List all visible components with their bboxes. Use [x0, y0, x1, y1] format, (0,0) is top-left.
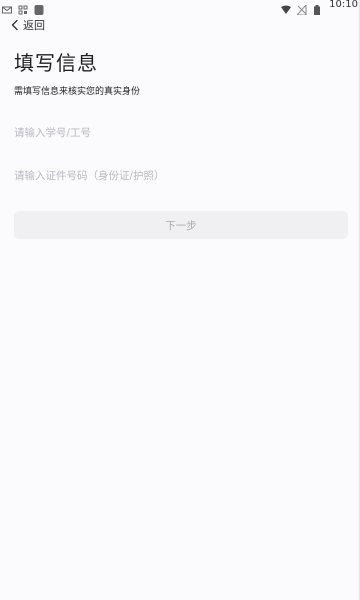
next-button[interactable]: 下一步: [14, 211, 348, 239]
wifi-icon: [281, 0, 292, 14]
chevron-left-icon: [10, 16, 20, 35]
next-button-label: 下一步: [165, 219, 197, 232]
app-icon: [34, 0, 44, 15]
status-left-icons: [2, 0, 44, 15]
mail-icon: [2, 0, 12, 14]
status-bar: 10:10: [0, 0, 360, 16]
student-id-input[interactable]: [14, 123, 348, 143]
battery-icon: [313, 0, 323, 15]
id-number-input[interactable]: [14, 166, 348, 186]
status-right-icons: 10:10: [281, 0, 358, 16]
back-button[interactable]: 返回: [10, 16, 45, 34]
back-label: 返回: [23, 19, 45, 32]
page-title: 填写信息: [14, 51, 98, 75]
no-signal-icon: [296, 0, 307, 16]
status-time: 10:10: [329, 0, 358, 10]
page-subtitle: 需填写信息来核实您的真实身份: [14, 87, 141, 97]
qr-icon: [18, 0, 28, 15]
